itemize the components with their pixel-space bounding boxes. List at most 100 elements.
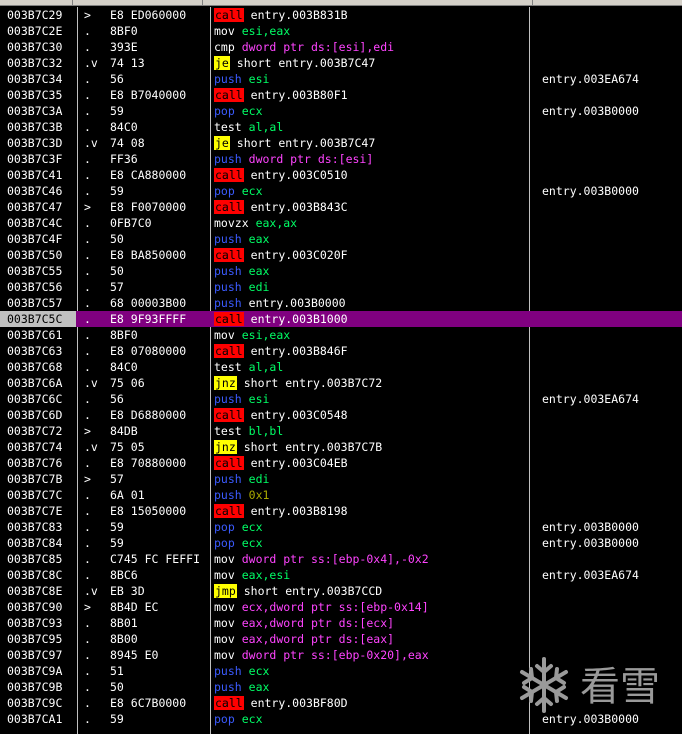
- instruction-row[interactable]: 003B7C32 .v 74 13 je short entry.003B7C47: [0, 55, 682, 71]
- instruction-row[interactable]: 003B7C4C. 0FB7C0 movzx eax,ax: [0, 215, 682, 231]
- disassembly-cell: push eax: [214, 263, 526, 279]
- address-cell: 003B7C9A: [7, 664, 63, 678]
- disassembly-cell: call entry.003B831B: [214, 7, 526, 23]
- instruction-row[interactable]: 003B7C3D .v 74 08 je short entry.003B7C47: [0, 135, 682, 151]
- hex-bytes-cell: 59: [110, 520, 124, 534]
- instruction-row[interactable]: 003B7C55. 50 push eax: [0, 263, 682, 279]
- disassembly-cell: pop ecx: [214, 711, 526, 727]
- operands: esi: [248, 392, 270, 406]
- hex-bytes-cell: 59: [110, 712, 124, 726]
- instruction-row[interactable]: 003B7C34. 56 push esi entry.003EA674: [0, 71, 682, 87]
- instruction-row[interactable]: 003B7C8C. 8BC6 mov eax,esi entry.003EA674: [0, 567, 682, 583]
- jump-marker: .: [84, 568, 91, 582]
- jump-marker: .v: [84, 56, 98, 70]
- disassembly-cell: je short entry.003B7C47: [214, 55, 526, 71]
- comment-cell: entry.003B0000: [542, 184, 639, 198]
- operands: dword ptr ss:[ebp-0x20],eax: [241, 648, 429, 662]
- disassembly-cell: mov esi,eax: [214, 23, 526, 39]
- instruction-row[interactable]: 003B7C3B. 84C0 test al,al: [0, 119, 682, 135]
- jump-marker: .: [84, 344, 91, 358]
- instruction-row[interactable]: 003B7C74 .v 75 05 jnz short entry.003B7C7B: [0, 439, 682, 455]
- disassembly-cell: jnz short entry.003B7C72: [214, 375, 526, 391]
- instruction-row[interactable]: 003B7C7B >57 push edi: [0, 471, 682, 487]
- instruction-row[interactable]: 003B7C85. C745 FC FEFFI mov dword ptr ss:[…: [0, 551, 682, 567]
- operands: short entry.003B7C47: [236, 56, 376, 70]
- disassembly-cell: mov dword ptr ss:[ebp-0x4],-0x2: [214, 551, 526, 567]
- instruction-row[interactable]: 003B7C3A. 59 pop ecx entry.003B0000: [0, 103, 682, 119]
- instruction-row[interactable]: 003B7C6D. E8 D6880000 call entry.003C0548: [0, 407, 682, 423]
- hex-bytes-cell: E8 ED060000: [110, 8, 187, 22]
- jump-marker: .: [84, 536, 91, 550]
- instruction-row[interactable]: 003B7C2E. 8BF0 mov esi,eax: [0, 23, 682, 39]
- disassembly-cell: call entry.003C020F: [214, 247, 526, 263]
- mnemonic: mov: [214, 24, 235, 38]
- mnemonic: jmp: [214, 584, 237, 598]
- instruction-row[interactable]: 003B7C35. E8 B7040000 call entry.003B80F1: [0, 87, 682, 103]
- operands: entry.003B0000: [248, 296, 346, 310]
- disassembly-cell: push esi: [214, 391, 526, 407]
- instruction-row[interactable]: 003B7C6C. 56 push esi entry.003EA674: [0, 391, 682, 407]
- hex-bytes-cell: E8 B7040000: [110, 88, 187, 102]
- selected-instruction-row[interactable]: 003B7C5C. E8 9F93FFFF call entry.003B1000: [0, 311, 682, 327]
- instruction-row[interactable]: 003B7C61. 8BF0 mov esi,eax: [0, 327, 682, 343]
- mnemonic: mov: [214, 632, 235, 646]
- address-cell: 003B7C61: [7, 328, 63, 342]
- instruction-row[interactable]: 003B7C7E. E8 15050000 call entry.003B8198: [0, 503, 682, 519]
- disassembly-cell: movzx eax,ax: [214, 215, 526, 231]
- instruction-row[interactable]: 003B7C46. 59 pop ecx entry.003B0000: [0, 183, 682, 199]
- instruction-row[interactable]: 003B7C8E .v EB 3D jmp short entry.003B7CCD: [0, 583, 682, 599]
- instruction-row[interactable]: 003B7C72 >84DB test bl,bl: [0, 423, 682, 439]
- jump-marker: .: [84, 248, 91, 262]
- hex-bytes-cell: 50: [110, 232, 124, 246]
- disassembly-cell: push eax: [214, 679, 526, 695]
- disassembly-cell: call entry.003BF80D: [214, 695, 526, 711]
- disassembly-cell: call entry.003B80F1: [214, 87, 526, 103]
- hex-bytes-cell: E8 07080000: [110, 344, 187, 358]
- jump-marker: .: [84, 616, 91, 630]
- hex-bytes-cell: E8 9F93FFFF: [110, 312, 187, 326]
- mnemonic: push: [214, 296, 242, 310]
- instruction-row[interactable]: 003B7C76. E8 70880000 call entry.003C04EB: [0, 455, 682, 471]
- mnemonic: call: [214, 504, 244, 518]
- instruction-row[interactable]: 003B7C50. E8 BA850000 call entry.003C020F: [0, 247, 682, 263]
- mnemonic: je: [214, 56, 230, 70]
- jump-marker: .: [84, 632, 91, 646]
- instruction-row[interactable]: 003B7C4F. 50 push eax: [0, 231, 682, 247]
- instruction-row[interactable]: 003B7C84. 59 pop ecx entry.003B0000: [0, 535, 682, 551]
- disassembly-cell: mov esi,eax: [214, 327, 526, 343]
- mnemonic: call: [214, 88, 244, 102]
- address-cell: 003B7C29: [7, 8, 63, 22]
- disassembly-listing[interactable]: 003B7C29 > E8 ED060000 call entry.003B831B 0…: [0, 7, 682, 727]
- instruction-row[interactable]: 003B7C83. 59 pop ecx entry.003B0000: [0, 519, 682, 535]
- instruction-row[interactable]: 003B7C56. 57 push edi: [0, 279, 682, 295]
- disassembly-cell: mov eax,esi: [214, 567, 526, 583]
- instruction-row[interactable]: 003B7C7C. 6A 01 push 0x1: [0, 487, 682, 503]
- hex-bytes-cell: 84DB: [110, 424, 138, 438]
- disassembly-cell: mov eax,dword ptr ds:[ecx]: [214, 615, 526, 631]
- instruction-row[interactable]: 003B7C3F. FF36 push dword ptr ds:[esi]: [0, 151, 682, 167]
- mnemonic: call: [214, 456, 244, 470]
- instruction-row[interactable]: 003B7C6A .v 75 06 jnz short entry.003B7C72: [0, 375, 682, 391]
- operands: eax,esi: [241, 568, 291, 582]
- hex-bytes-cell: 393E: [110, 40, 138, 54]
- instruction-row[interactable]: 003B7C57. 68 00003B00 push entry.003B0000: [0, 295, 682, 311]
- instruction-row[interactable]: 003B7C90 >8B4D EC mov ecx,dword ptr ss:[eb…: [0, 599, 682, 615]
- disassembly-cell: call entry.003B1000: [214, 311, 526, 327]
- instruction-row[interactable]: 003B7C63. E8 07080000 call entry.003B846F: [0, 343, 682, 359]
- instruction-row[interactable]: 003B7C41. E8 CA880000 call entry.003C0510: [0, 167, 682, 183]
- disassembly-cell: jnz short entry.003B7C7B: [214, 439, 526, 455]
- operands: eax,dword ptr ds:[ecx]: [241, 616, 395, 630]
- address-cell: 003B7C55: [7, 264, 63, 278]
- top-scrollbar-strip[interactable]: [0, 0, 682, 6]
- jump-marker: .: [84, 296, 91, 310]
- instruction-row[interactable]: 003B7C68. 84C0 test al,al: [0, 359, 682, 375]
- instruction-row[interactable]: 003B7C47 > E8 F0070000 call entry.003B843C: [0, 199, 682, 215]
- address-cell: 003B7C4C: [7, 216, 63, 230]
- jump-marker: .: [84, 664, 91, 678]
- hex-bytes-cell: E8 F0070000: [110, 200, 187, 214]
- instruction-row[interactable]: 003B7C29 > E8 ED060000 call entry.003B831B: [0, 7, 682, 23]
- operands: edi: [248, 280, 270, 294]
- instruction-row[interactable]: 003B7C95. 8B00 mov eax,dword ptr ds:[eax]: [0, 631, 682, 647]
- instruction-row[interactable]: 003B7C30. 393E cmp dword ptr ds:[esi],edi: [0, 39, 682, 55]
- instruction-row[interactable]: 003B7C93. 8B01 mov eax,dword ptr ds:[ecx]: [0, 615, 682, 631]
